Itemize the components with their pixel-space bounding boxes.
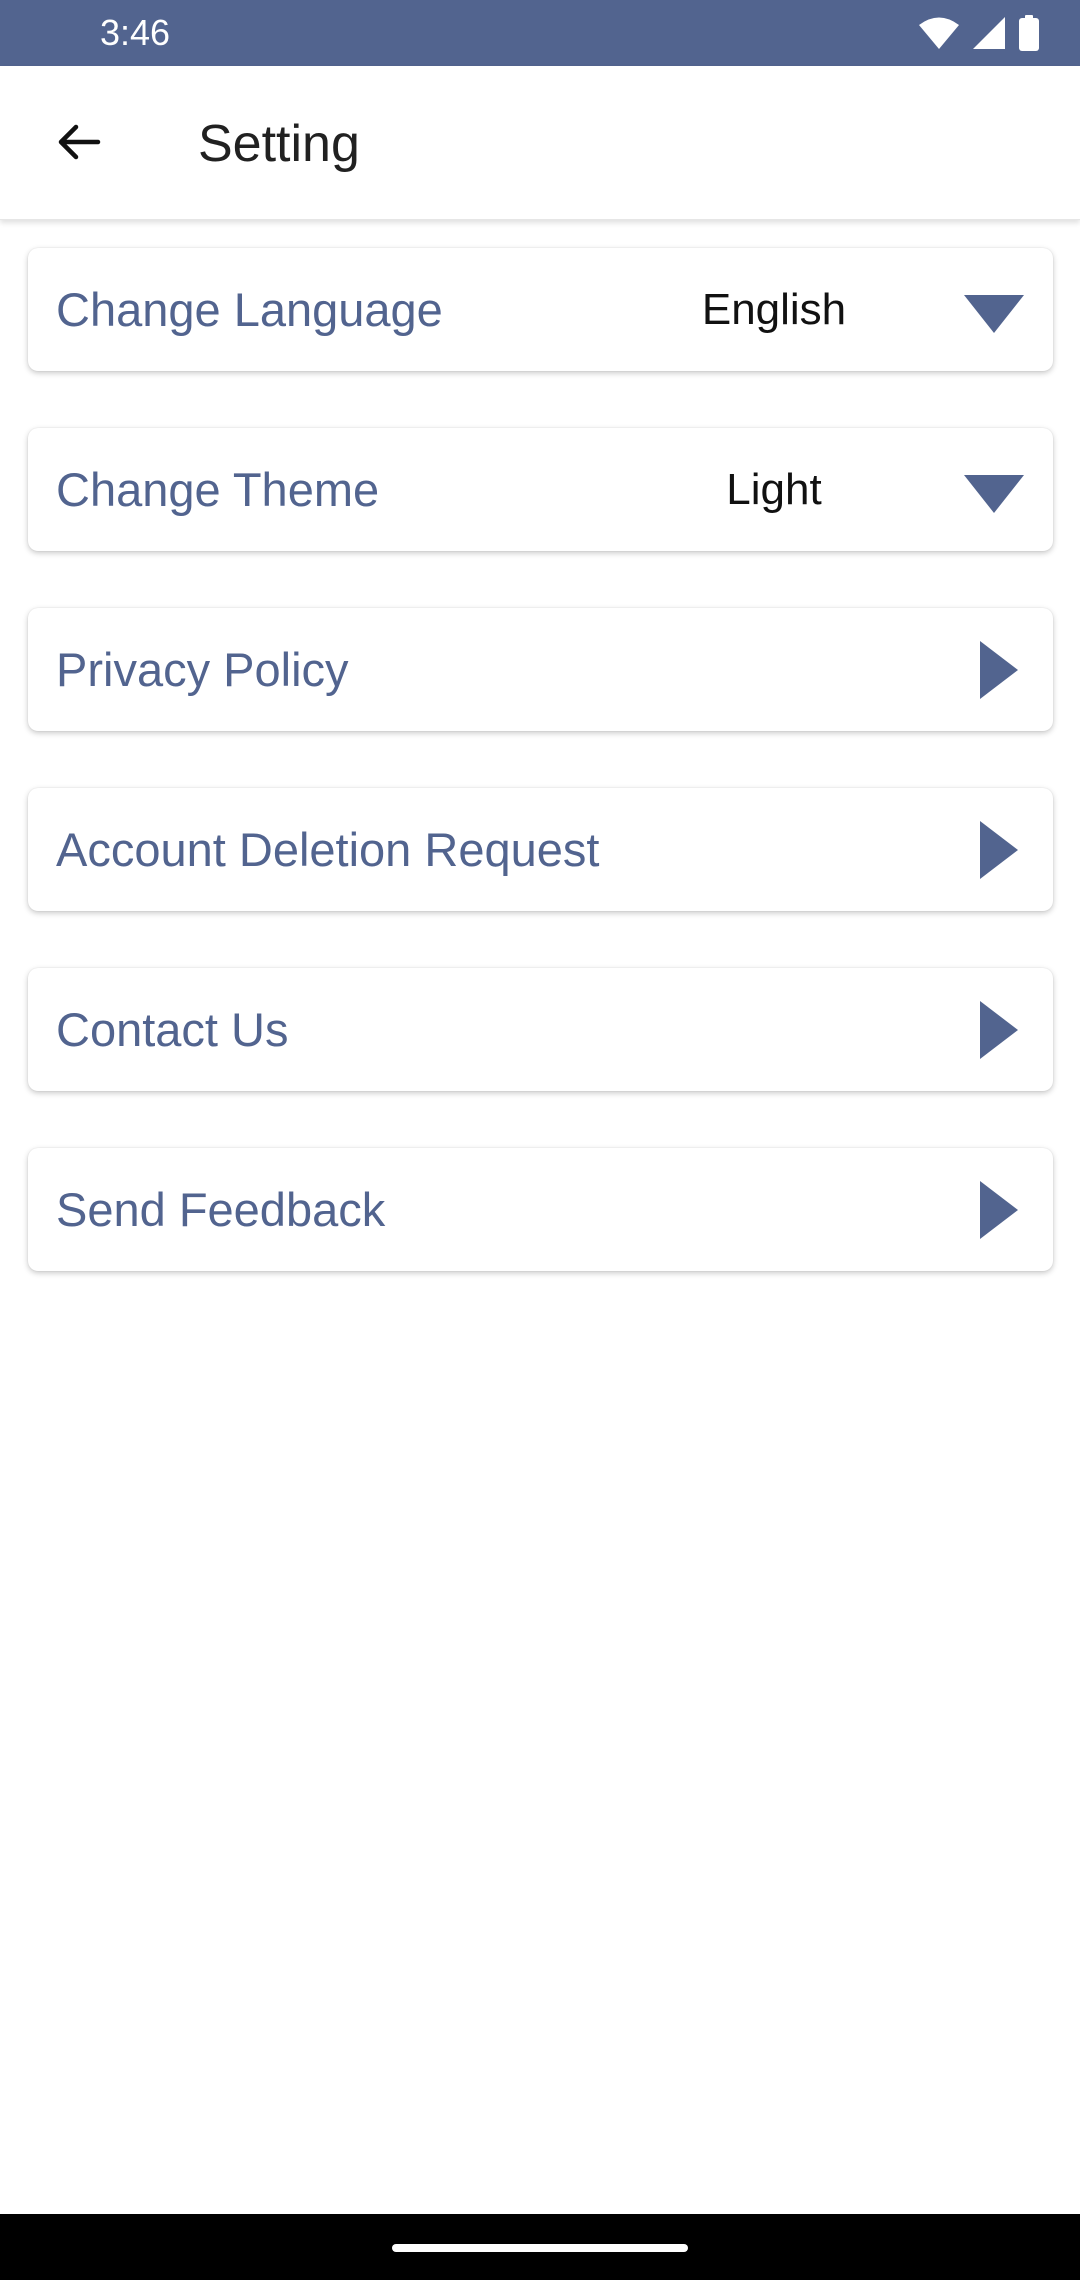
status-icons [918, 14, 1040, 52]
wifi-icon [918, 16, 960, 50]
language-value[interactable]: English [634, 248, 914, 371]
contact-us-setting[interactable]: Contact Us [28, 968, 1053, 1091]
send-feedback-setting[interactable]: Send Feedback [28, 1148, 1053, 1271]
app-bar: Setting [0, 66, 1080, 220]
chevron-right-triangle-icon [979, 640, 1019, 700]
status-time: 3:46 [100, 12, 171, 53]
account-deletion-request-setting[interactable]: Account Deletion Request [28, 788, 1053, 911]
chevron-right-triangle-icon [979, 1000, 1019, 1060]
cellular-signal-icon [972, 16, 1006, 50]
dropdown-triangle-icon[interactable] [963, 474, 1025, 514]
settings-list: Change Language English Change Theme Lig… [28, 248, 1053, 1328]
setting-label: Change Language [56, 283, 443, 336]
page-title: Setting [198, 115, 360, 173]
setting-label: Change Theme [56, 463, 380, 516]
setting-label: Contact Us [56, 1003, 289, 1056]
status-bar: 3:46 [0, 0, 1080, 66]
battery-icon [1018, 15, 1040, 51]
privacy-policy-setting[interactable]: Privacy Policy [28, 608, 1053, 731]
back-button[interactable] [40, 106, 116, 182]
home-indicator[interactable] [392, 2244, 688, 2252]
change-language-setting[interactable]: Change Language English [28, 248, 1053, 371]
dropdown-triangle-icon[interactable] [963, 294, 1025, 334]
setting-label: Privacy Policy [56, 643, 349, 696]
setting-label: Send Feedback [56, 1183, 386, 1236]
arrow-left-icon [54, 118, 102, 171]
theme-value[interactable]: Light [634, 428, 914, 551]
chevron-right-triangle-icon [979, 1180, 1019, 1240]
setting-label: Account Deletion Request [56, 823, 600, 876]
system-navigation-bar [0, 2214, 1080, 2280]
change-theme-setting[interactable]: Change Theme Light [28, 428, 1053, 551]
chevron-right-triangle-icon [979, 820, 1019, 880]
